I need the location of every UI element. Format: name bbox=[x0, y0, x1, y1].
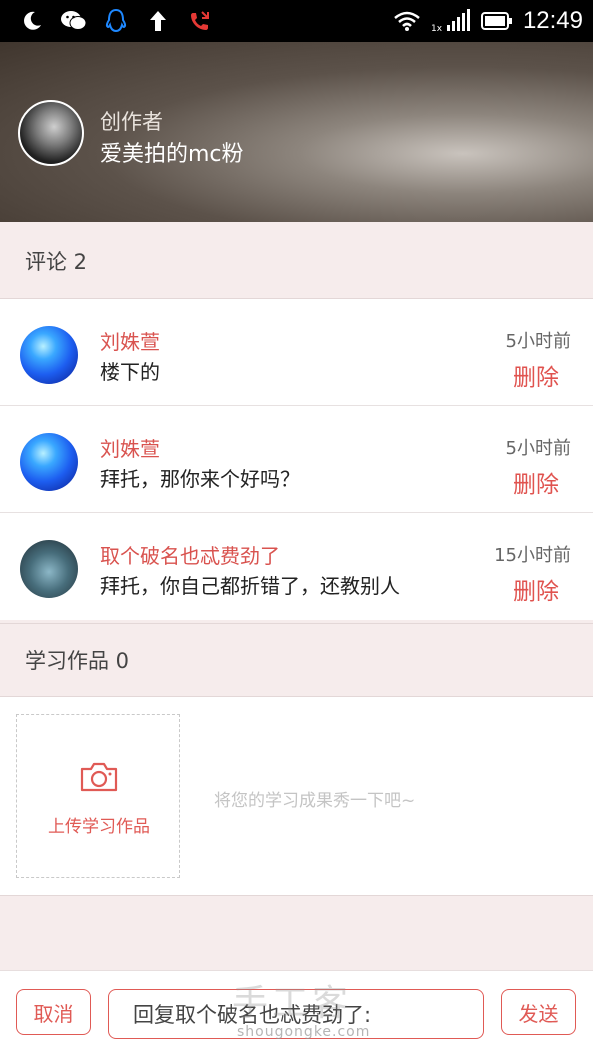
qq-icon bbox=[102, 7, 130, 35]
upload-hint: 将您的学习成果秀一下吧~ bbox=[214, 791, 416, 811]
send-button[interactable]: 发送 bbox=[501, 989, 576, 1035]
clock: 12:49 bbox=[522, 7, 583, 34]
battery-icon bbox=[480, 7, 513, 35]
upload-work-button[interactable]: 上传学习作品 bbox=[16, 714, 180, 878]
cancel-button[interactable]: 取消 bbox=[16, 989, 91, 1035]
comment-item[interactable]: 刘姝萱 拜托，那你来个好吗？ 5小时前 删除 bbox=[0, 406, 593, 513]
comments-section-title: 评论 2 bbox=[0, 223, 593, 299]
moon-icon bbox=[18, 7, 46, 35]
author-avatar[interactable] bbox=[18, 100, 84, 166]
delete-button[interactable]: 删除 bbox=[513, 358, 559, 392]
svg-text:1x: 1x bbox=[431, 24, 443, 33]
works-section-title: 学习作品 0 bbox=[0, 623, 593, 697]
commenter-avatar[interactable] bbox=[20, 433, 78, 491]
comment-time: 5小时前 bbox=[505, 438, 571, 459]
commenter-avatar[interactable] bbox=[20, 326, 78, 384]
signal-icon: 1x bbox=[431, 7, 471, 35]
reply-input[interactable]: 回复取个破名也忒费劲了: bbox=[108, 989, 484, 1039]
comment-time: 15小时前 bbox=[494, 545, 571, 566]
works-panel: 上传学习作品 将您的学习成果秀一下吧~ bbox=[0, 697, 593, 896]
upload-label: 上传学习作品 bbox=[48, 817, 150, 837]
upload-arrow-icon bbox=[144, 7, 172, 35]
author-role: 创作者 bbox=[100, 110, 163, 134]
delete-button[interactable]: 删除 bbox=[513, 465, 559, 499]
commenter-name[interactable]: 刘姝萱 bbox=[100, 326, 160, 355]
comment-text: 拜托，那你来个好吗？ bbox=[100, 467, 300, 491]
author-name[interactable]: 爱美拍的mc粉 bbox=[100, 136, 244, 168]
delete-button[interactable]: 删除 bbox=[513, 572, 559, 606]
comment-item[interactable]: 取个破名也忒费劲了 拜托，你自己都折错了，还教别人 15小时前 删除 bbox=[0, 513, 593, 620]
comment-time: 5小时前 bbox=[505, 331, 571, 352]
comment-text: 拜托，你自己都折错了，还教别人 bbox=[100, 574, 400, 598]
status-bar: 1x 12:49 bbox=[0, 0, 593, 42]
camera-icon bbox=[79, 761, 119, 797]
comment-list: 刘姝萱 楼下的 5小时前 删除 刘姝萱 拜托，那你来个好吗？ 5小时前 删除 取… bbox=[0, 299, 593, 620]
commenter-avatar[interactable] bbox=[20, 540, 78, 598]
commenter-name[interactable]: 取个破名也忒费劲了 bbox=[100, 540, 280, 569]
missed-call-icon bbox=[186, 7, 214, 35]
author-header: 创作者 爱美拍的mc粉 bbox=[0, 42, 593, 222]
wechat-icon bbox=[60, 7, 88, 35]
comment-item[interactable]: 刘姝萱 楼下的 5小时前 删除 bbox=[0, 299, 593, 406]
comment-text: 楼下的 bbox=[100, 360, 160, 384]
wifi-icon bbox=[393, 7, 421, 35]
reply-bar: 取消 回复取个破名也忒费劲了: 发送 bbox=[0, 970, 593, 1055]
commenter-name[interactable]: 刘姝萱 bbox=[100, 433, 160, 462]
